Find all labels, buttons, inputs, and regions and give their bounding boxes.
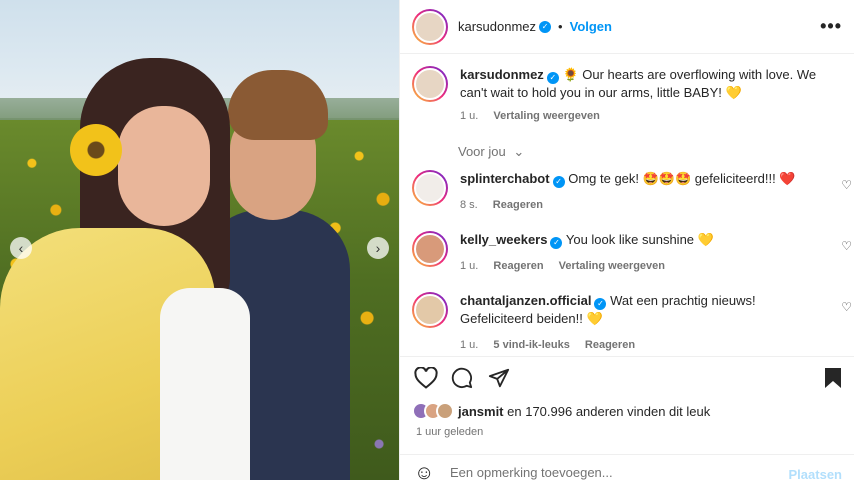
comment-text-line: splinterchabot ✓ Omg te gek! 🤩🤩🤩 gefelici… xyxy=(460,170,820,188)
post-sidebar: karsudonmez ✓ • Volgen ••• karsudonmez ✓ … xyxy=(399,0,854,480)
add-comment-bar: ☺ Plaatsen xyxy=(400,454,854,480)
comment-time: 8 s. xyxy=(460,199,478,211)
caption-username[interactable]: karsudonmez xyxy=(460,67,544,82)
chevron-down-icon: ⌄ xyxy=(513,144,525,159)
woman-face xyxy=(118,106,210,226)
comment-meta: 1 u. 5 vind-ik-leuks Reageren xyxy=(460,336,820,354)
comment-meta: 1 u. Reageren Vertaling weergeven xyxy=(460,257,820,275)
avatar-image xyxy=(414,68,446,100)
comment-heart-icon[interactable]: ♡ xyxy=(841,300,852,314)
likes-text-line: jansmit en 170.996 anderen vinden dit le… xyxy=(458,404,710,419)
translate-link[interactable]: Vertaling weergeven xyxy=(493,110,599,122)
comment-item: kelly_weekers ✓ You look like sunshine 💛 … xyxy=(412,231,852,275)
sunflower-hair-accessory xyxy=(70,124,122,176)
avatar-image xyxy=(414,10,446,43)
comment-sort-dropdown[interactable]: Voor jou ⌄ xyxy=(458,144,524,160)
comment-text: Omg te gek! 🤩🤩🤩 gefeliciteerd!!! ❤️ xyxy=(568,171,796,186)
likes-username[interactable]: jansmit xyxy=(458,404,504,419)
follow-button[interactable]: Volgen xyxy=(570,19,612,34)
comment-text: You look like sunshine 💛 xyxy=(565,232,714,247)
comment-item: splinterchabot ✓ Omg te gek! 🤩🤩🤩 gefelici… xyxy=(412,170,852,214)
translate-link[interactable]: Vertaling weergeven xyxy=(559,260,665,272)
action-bar xyxy=(400,356,854,398)
verified-icon: ✓ xyxy=(594,298,607,310)
comment-username[interactable]: chantaljanzen.official xyxy=(460,293,591,308)
caption-body: karsudonmez ✓ 🌻 Our hearts are overflowin… xyxy=(460,66,830,122)
header-username[interactable]: karsudonmez xyxy=(458,19,536,34)
comment-text-line: kelly_weekers ✓ You look like sunshine 💛 xyxy=(460,231,820,249)
comment-time: 1 u. xyxy=(460,260,479,272)
post-photo[interactable]: ‹ › xyxy=(0,0,399,480)
likes-count[interactable]: en 170.996 anderen vinden dit leuk xyxy=(507,404,710,419)
photo-woman xyxy=(0,58,250,480)
avatar[interactable] xyxy=(412,8,448,45)
comment-heart-icon[interactable]: ♡ xyxy=(841,239,852,253)
comment-username[interactable]: kelly_weekers xyxy=(460,232,547,247)
comment-meta: 8 s. Reageren xyxy=(460,196,820,214)
reply-button[interactable]: Reageren xyxy=(493,260,543,272)
avatar-image xyxy=(414,172,446,204)
post-time-ago: 1 uur geleden xyxy=(416,426,484,438)
verified-icon: ✓ xyxy=(550,237,563,249)
comment-time: 1 u. xyxy=(460,339,479,351)
liker-avatar xyxy=(436,402,454,420)
avatar[interactable] xyxy=(412,66,448,102)
bookmark-icon[interactable] xyxy=(824,367,842,393)
smiley-icon[interactable]: ☺ xyxy=(414,463,434,480)
caption-meta: 1 u. Vertaling weergeven xyxy=(460,110,830,122)
comment-body: splinterchabot ✓ Omg te gek! 🤩🤩🤩 gefelici… xyxy=(460,170,820,214)
comment-heart-icon[interactable]: ♡ xyxy=(841,178,852,192)
avatar-image xyxy=(414,294,446,326)
comment-text-line: chantaljanzen.official ✓ Wat een prachtig… xyxy=(460,292,820,328)
verified-icon: ✓ xyxy=(552,176,565,188)
verified-icon: ✓ xyxy=(546,72,559,84)
post-caption: karsudonmez ✓ 🌻 Our hearts are overflowin… xyxy=(412,66,842,122)
avatar[interactable] xyxy=(412,170,448,206)
woman-white-top xyxy=(160,288,250,480)
avatar[interactable] xyxy=(412,231,448,267)
chevron-right-icon[interactable]: › xyxy=(367,237,389,259)
caption-text-block: karsudonmez ✓ 🌻 Our hearts are overflowin… xyxy=(460,66,830,102)
comment-item: chantaljanzen.official ✓ Wat een prachtig… xyxy=(412,292,852,354)
send-icon[interactable] xyxy=(488,367,510,393)
reply-button[interactable]: Reageren xyxy=(585,339,635,351)
header-separator: • xyxy=(558,19,563,34)
post-comment-button[interactable]: Plaatsen xyxy=(789,467,842,480)
heart-icon[interactable] xyxy=(414,366,438,393)
post-header: karsudonmez ✓ • Volgen ••• xyxy=(400,0,854,54)
avatar[interactable] xyxy=(412,292,448,328)
caption-time: 1 u. xyxy=(460,110,479,122)
comment-input[interactable] xyxy=(450,465,770,480)
reply-button[interactable]: Reageren xyxy=(493,199,543,211)
avatar-image xyxy=(414,233,446,265)
instagram-post-view: ‹ › karsudonmez ✓ • Volgen ••• karsudonm… xyxy=(0,0,854,480)
likes-count-link[interactable]: 5 vind-ik-leuks xyxy=(493,339,569,351)
sort-label: Voor jou xyxy=(458,144,506,159)
comment-username[interactable]: splinterchabot xyxy=(460,171,550,186)
more-options-icon[interactable]: ••• xyxy=(820,17,842,35)
likes-summary: jansmit en 170.996 anderen vinden dit le… xyxy=(412,402,710,420)
comment-icon[interactable] xyxy=(450,367,474,393)
verified-icon: ✓ xyxy=(539,20,552,33)
comment-body: chantaljanzen.official ✓ Wat een prachtig… xyxy=(460,292,820,354)
comment-body: kelly_weekers ✓ You look like sunshine 💛 … xyxy=(460,231,820,275)
chevron-left-icon[interactable]: ‹ xyxy=(10,237,32,259)
